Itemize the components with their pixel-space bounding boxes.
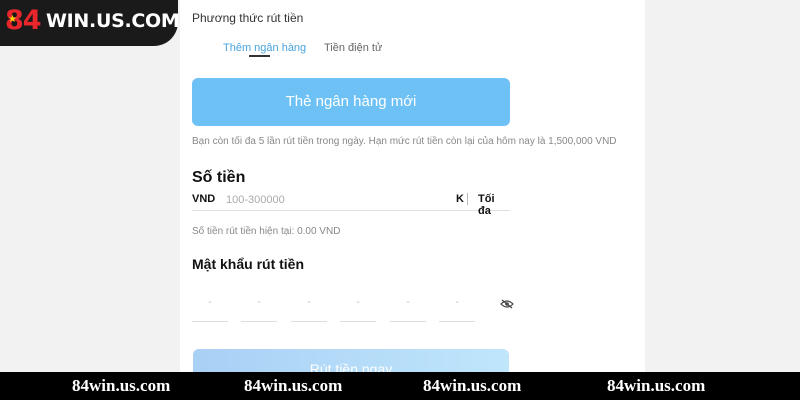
logo-text: WIN.US.COM [46, 10, 180, 32]
pin-digit-2[interactable]: - [241, 292, 277, 322]
withdraw-limit-note: Bạn còn tối đa 5 lần rút tiền trong ngày… [192, 136, 617, 147]
pin-digit-6[interactable]: - [439, 292, 475, 322]
site-logo[interactable]: 84 ★ WIN.US.COM [0, 0, 180, 46]
footer-watermark: 84win.us.com [72, 376, 171, 395]
left-background [0, 0, 180, 372]
withdraw-password-title: Mật khẩu rút tiền [192, 256, 305, 272]
logo-star-icon: ★ [8, 14, 17, 25]
unit-divider [467, 193, 468, 205]
watermark-footer: 84win.us.com 84win.us.com 84win.us.com 8… [0, 372, 800, 400]
eye-hidden-icon[interactable] [500, 299, 514, 309]
footer-watermark: 84win.us.com [423, 376, 522, 395]
currency-label: VND [192, 193, 216, 205]
max-amount-button[interactable]: Tối đa [478, 193, 510, 217]
new-bank-card-button[interactable]: Thẻ ngân hàng mới [192, 78, 510, 126]
pin-digit-1[interactable]: - [192, 292, 228, 322]
pin-digit-3[interactable]: - [291, 292, 327, 322]
pin-digit-5[interactable]: - [390, 292, 426, 322]
pin-digit-4[interactable]: - [340, 292, 376, 322]
footer-watermark: 84win.us.com [244, 376, 343, 395]
amount-title: Số tiền [192, 169, 246, 186]
footer-watermark: 84win.us.com [607, 376, 706, 395]
right-background [645, 0, 800, 372]
tab-crypto[interactable]: Tiền điện tử [324, 42, 382, 54]
active-tab-indicator [249, 55, 270, 57]
tab-add-bank[interactable]: Thêm ngân hàng [223, 42, 306, 54]
withdraw-method-title: Phương thức rút tiền [192, 11, 304, 25]
current-withdraw-amount: Số tiền rút tiền hiện tại: 0.00 VND [192, 226, 341, 237]
amount-input[interactable] [226, 190, 446, 209]
unit-label: K [456, 193, 464, 205]
amount-field-row: VND K Tối đa [192, 190, 510, 217]
